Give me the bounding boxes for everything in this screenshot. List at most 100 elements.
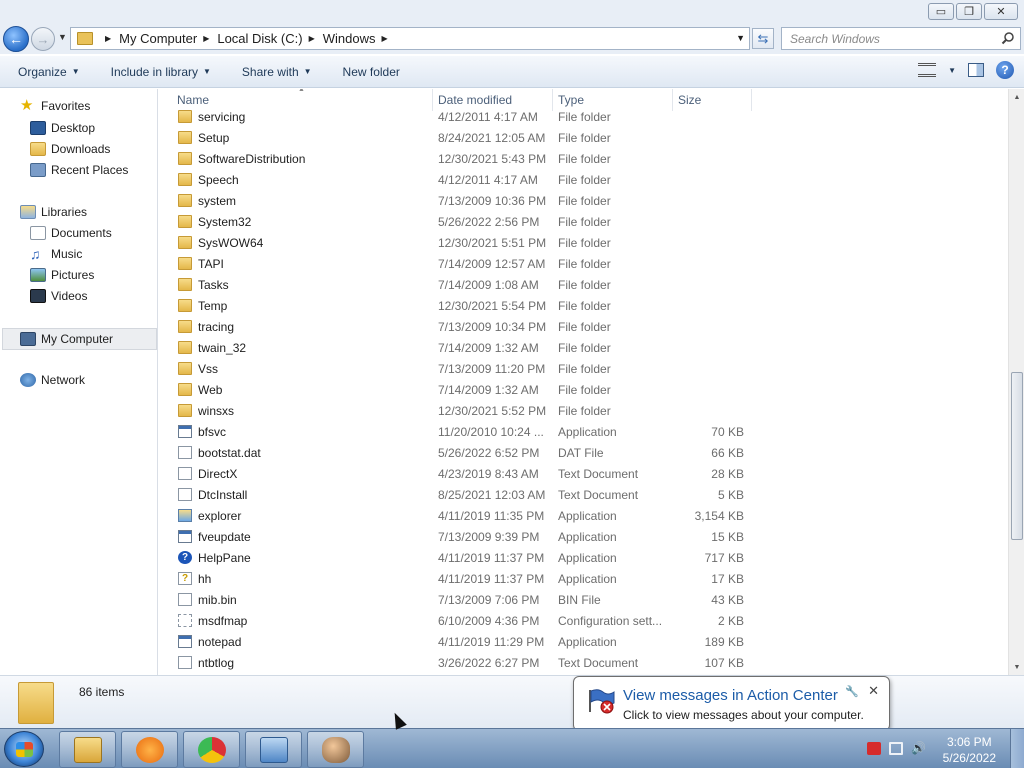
explorer-file-icon (178, 509, 192, 522)
help-icon[interactable]: ? (996, 61, 1014, 79)
file-row[interactable]: servicing 4/12/2011 4:17 AM File folder (159, 107, 1008, 128)
breadcrumb-root-arrow[interactable]: ▶ (99, 34, 119, 43)
start-button[interactable] (4, 731, 44, 767)
file-row[interactable]: msdfmap 6/10/2009 4:36 PM Configuration se… (159, 611, 1008, 632)
file-row[interactable]: System32 5/26/2022 2:56 PM File folder (159, 212, 1008, 233)
volume-icon[interactable]: 🔊 (911, 742, 926, 755)
file-row[interactable]: DirectX 4/23/2019 8:43 AM Text Document 28 … (159, 464, 1008, 485)
file-row[interactable]: ? HelpPane 4/11/2019 11:37 PM Application 71… (159, 548, 1008, 569)
file-row[interactable]: Web 7/14/2009 1:32 AM File folder (159, 380, 1008, 401)
nav-music[interactable]: ♫ Music (30, 247, 82, 261)
taskbar-explorer[interactable] (59, 731, 116, 768)
file-date-modified: 4/11/2019 11:35 PM (438, 509, 545, 523)
column-size[interactable]: Size (678, 93, 701, 107)
file-name: DtcInstall (198, 488, 248, 502)
doc-file-icon (178, 593, 192, 606)
taskbar-users[interactable] (307, 731, 364, 768)
file-row[interactable]: SysWOW64 12/30/2021 5:51 PM File folder (159, 233, 1008, 254)
show-desktop-button[interactable] (1010, 729, 1024, 768)
refresh-button[interactable]: ⇆ (752, 28, 774, 49)
vertical-scrollbar[interactable]: ▲ ▼ (1008, 89, 1024, 675)
app-file-icon (178, 530, 192, 543)
file-date-modified: 7/13/2009 7:06 PM (438, 593, 540, 607)
nav-label: Music (51, 247, 83, 261)
share-with-button[interactable]: Share with ▼ (242, 65, 312, 79)
wrench-icon[interactable]: 🔧 (845, 685, 859, 698)
restore-button[interactable]: ❐ (956, 3, 982, 20)
chevron-down-icon[interactable]: ▼ (948, 66, 956, 75)
minimize-button[interactable]: ▭ (928, 3, 954, 20)
file-row[interactable]: fveupdate 7/13/2009 9:39 PM Application 15 … (159, 527, 1008, 548)
file-row[interactable]: bfsvc 11/20/2010 10:24 ... Application 70 K… (159, 422, 1008, 443)
clock[interactable]: 3:06 PM 5/26/2022 (943, 734, 996, 766)
nav-documents[interactable]: Documents (30, 226, 112, 240)
taskbar-control-panel[interactable] (245, 731, 302, 768)
preview-pane-icon[interactable] (968, 63, 984, 77)
file-row[interactable]: DtcInstall 8/25/2021 12:03 AM Text Documen… (159, 485, 1008, 506)
file-row[interactable]: twain_32 7/14/2009 1:32 AM File folder (159, 338, 1008, 359)
notification-close-button[interactable]: ✕ (868, 683, 879, 699)
file-type: File folder (558, 173, 611, 187)
column-type[interactable]: Type (558, 93, 584, 107)
search-input[interactable]: Search Windows (781, 27, 1021, 50)
taskbar-media-player[interactable] (121, 731, 178, 768)
search-icon[interactable] (1001, 31, 1015, 45)
address-history-dropdown[interactable]: ▼ (736, 33, 745, 43)
title-bar: ▭ ❐ ✕ (0, 0, 1024, 24)
file-row[interactable]: explorer 4/11/2019 11:35 PM Application 3,1… (159, 506, 1008, 527)
file-date-modified: 7/14/2009 1:32 AM (438, 341, 539, 355)
nav-recent-places[interactable]: Recent Places (30, 163, 128, 177)
column-name[interactable]: Name (177, 93, 209, 107)
file-row[interactable]: notepad 4/11/2019 11:29 PM Application 189 … (159, 632, 1008, 653)
nav-pictures[interactable]: Pictures (30, 268, 94, 282)
file-row[interactable]: system 7/13/2009 10:36 PM File folder (159, 191, 1008, 212)
file-size: 3,154 KB (694, 509, 744, 523)
back-button[interactable]: ← (3, 26, 29, 52)
organize-button[interactable]: Organize ▼ (18, 65, 80, 79)
network-tray-icon[interactable] (889, 742, 903, 755)
breadcrumb-windows[interactable]: Windows ▶ (323, 31, 396, 46)
file-row[interactable]: Vss 7/13/2009 11:20 PM File folder (159, 359, 1008, 380)
action-center-icon[interactable] (867, 742, 881, 755)
breadcrumb-my-computer[interactable]: My Computer ▶ (119, 31, 217, 46)
file-row[interactable]: winsxs 12/30/2021 5:52 PM File folder (159, 401, 1008, 422)
nav-my-computer[interactable]: My Computer (2, 328, 157, 350)
breadcrumb-local-disk[interactable]: Local Disk (C:) ▶ (217, 31, 322, 46)
nav-videos[interactable]: Videos (30, 289, 87, 303)
nav-favorites[interactable]: ★ Favorites (20, 98, 90, 113)
file-type: File folder (558, 362, 611, 376)
action-center-notification[interactable]: View messages in Action Center Click to … (573, 676, 890, 744)
file-row[interactable]: ntbtlog 3/26/2022 6:27 PM Text Document 107… (159, 653, 1008, 674)
scroll-thumb[interactable] (1011, 372, 1023, 540)
file-type: Text Document (558, 656, 639, 670)
recent-pages-dropdown[interactable]: ▼ (58, 32, 67, 42)
file-row[interactable]: TAPI 7/14/2009 12:57 AM File folder (159, 254, 1008, 275)
taskbar-chrome[interactable] (183, 731, 240, 768)
file-row[interactable]: Speech 4/12/2011 4:17 AM File folder (159, 170, 1008, 191)
notification-title[interactable]: View messages in Action Center (623, 687, 838, 704)
scroll-down-arrow[interactable]: ▼ (1009, 659, 1024, 675)
address-bar[interactable]: ▶ My Computer ▶ Local Disk (C:) ▶ Windows ▶… (70, 27, 750, 50)
nav-desktop[interactable]: Desktop (30, 121, 95, 135)
file-row[interactable]: Setup 8/24/2021 12:05 AM File folder (159, 128, 1008, 149)
file-row[interactable]: ? hh 4/11/2019 11:37 PM Application 17 KB (159, 569, 1008, 590)
control-panel-icon (259, 736, 288, 763)
file-row[interactable]: Tasks 7/14/2009 1:08 AM File folder (159, 275, 1008, 296)
file-row[interactable]: mib.bin 7/13/2009 7:06 PM BIN File 43 KB (159, 590, 1008, 611)
view-options-icon[interactable] (918, 63, 937, 77)
nav-downloads[interactable]: Downloads (30, 142, 110, 156)
forward-button[interactable]: → (31, 27, 55, 51)
nav-network[interactable]: Network (20, 373, 85, 387)
new-folder-button[interactable]: New folder (343, 65, 400, 79)
column-date-modified[interactable]: Date modified (438, 93, 512, 107)
file-size: 2 KB (717, 614, 744, 628)
scroll-up-arrow[interactable]: ▲ (1009, 89, 1024, 105)
include-in-library-button[interactable]: Include in library ▼ (111, 65, 211, 79)
file-row[interactable]: Temp 12/30/2021 5:54 PM File folder (159, 296, 1008, 317)
file-row[interactable]: bootstat.dat 5/26/2022 6:52 PM DAT File 66 … (159, 443, 1008, 464)
nav-libraries[interactable]: Libraries (20, 205, 87, 219)
file-name: TAPI (198, 257, 224, 271)
close-button[interactable]: ✕ (984, 3, 1018, 20)
file-row[interactable]: SoftwareDistribution 12/30/2021 5:43 PM Fi… (159, 149, 1008, 170)
file-row[interactable]: tracing 7/13/2009 10:34 PM File folder (159, 317, 1008, 338)
